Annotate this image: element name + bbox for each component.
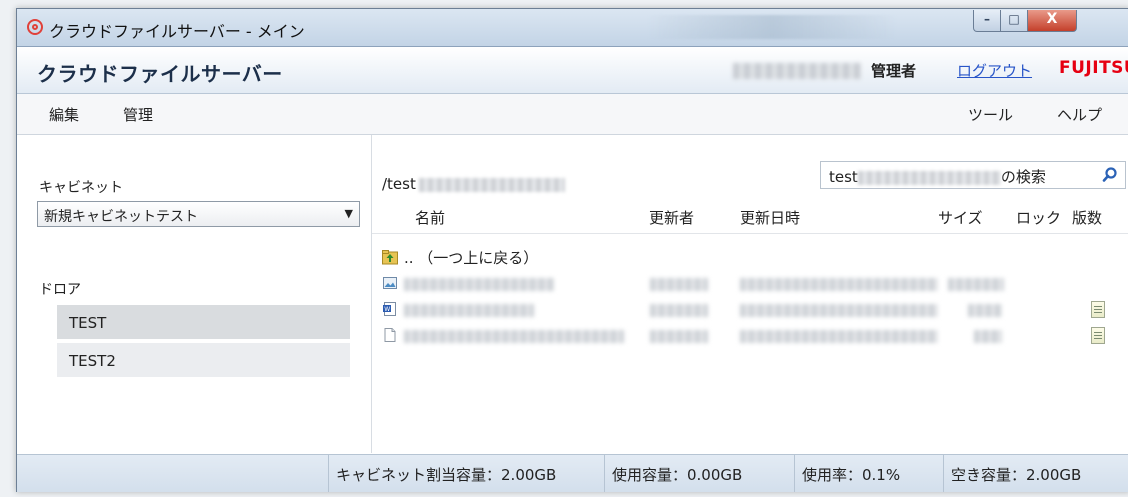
status-usage-text: 使用率：0.1%: [802, 466, 901, 484]
minimize-button[interactable]: –: [973, 10, 1001, 32]
fujitsu-logo: FUJITSU: [1059, 58, 1128, 78]
logout-link[interactable]: ログアウト: [957, 60, 1032, 81]
menu-help[interactable]: ヘルプ: [1057, 104, 1102, 125]
path-redacted: [418, 177, 565, 192]
search-prefix: test: [829, 168, 858, 186]
menu-manage[interactable]: 管理: [123, 104, 153, 125]
file-name-redacted: [404, 278, 554, 291]
search-icon[interactable]: [1099, 164, 1121, 186]
search-value: test の検索: [829, 166, 1046, 187]
search-box[interactable]: test の検索: [820, 161, 1126, 189]
menu-tools[interactable]: ツール: [968, 104, 1013, 125]
drawer-list: TEST TEST2: [57, 305, 350, 381]
col-name[interactable]: 名前: [415, 207, 445, 228]
table-row[interactable]: [372, 271, 1128, 297]
table-row[interactable]: W: [372, 297, 1128, 323]
image-file-icon: [383, 277, 397, 289]
menu-edit[interactable]: 編集: [49, 104, 79, 125]
column-headers: 名前 更新者 更新日時 サイズ ロック 版数: [372, 199, 1128, 234]
close-button[interactable]: X: [1027, 10, 1077, 32]
word-file-icon: W: [383, 302, 396, 316]
table-row[interactable]: [372, 323, 1128, 349]
current-path: /test: [382, 175, 565, 193]
app-name: クラウドファイルサーバー: [37, 62, 283, 86]
updater-redacted: [650, 278, 708, 291]
user-name-redacted: [733, 63, 861, 79]
cabinet-label: キャビネット: [39, 180, 123, 196]
status-bar: キャビネット割当容量：2.00GB 使用容量：0.00GB 使用率：0.1% 空…: [17, 454, 1128, 492]
col-version[interactable]: 版数: [1072, 207, 1102, 228]
title-bar: クラウドファイルサーバー - メイン – □ X: [17, 9, 1128, 47]
status-free-text: 空き容量：2.00GB: [951, 466, 1082, 484]
search-suffix: の検索: [1000, 168, 1046, 186]
cabinet-select[interactable]: 新規キャビネットテスト ▼: [37, 201, 360, 227]
updater-redacted: [650, 330, 708, 343]
file-list-panel: /test test の検索 名前 更新者 更新日時 サイズ ロック 版数 .. …: [372, 135, 1128, 453]
ghost-title-reflection: [647, 15, 897, 39]
menu-bar: 編集 管理 ツール ヘルプ: [17, 94, 1128, 135]
window-title: クラウドファイルサーバー - メイン: [49, 22, 305, 41]
user-role: 管理者: [871, 62, 917, 80]
file-name-redacted: [404, 304, 534, 317]
drawer-item-label: TEST2: [69, 352, 116, 370]
cabinet-select-value: 新規キャビネットテスト: [44, 209, 198, 225]
app-window: クラウドファイルサーバー - メイン – □ X クラウドファイルサーバー 管理…: [16, 8, 1128, 492]
drawer-item-label: TEST: [69, 314, 107, 332]
folder-up-icon: [382, 250, 398, 265]
drawer-label: ドロア: [39, 282, 81, 298]
drawer-item-test2[interactable]: TEST2: [57, 343, 350, 377]
minimize-icon: –: [984, 12, 990, 26]
version-history-icon[interactable]: [1091, 301, 1105, 318]
status-used: 使用容量：0.00GB: [604, 455, 794, 492]
maximize-button[interactable]: □: [1000, 10, 1028, 32]
status-quota: キャビネット割当容量：2.00GB: [328, 455, 604, 492]
drawer-item-test[interactable]: TEST: [57, 305, 350, 339]
col-size[interactable]: サイズ: [938, 207, 983, 228]
size-redacted: [948, 278, 1004, 291]
size-redacted: [974, 330, 1002, 343]
text-file-icon: [384, 328, 396, 342]
sidebar: キャビネット 新規キャビネットテスト ▼ ドロア TEST TEST2: [17, 135, 372, 453]
updater-redacted: [650, 304, 708, 317]
app-icon: [27, 19, 43, 35]
status-quota-text: キャビネット割当容量：2.00GB: [336, 466, 557, 484]
col-updated[interactable]: 更新日時: [740, 207, 800, 228]
file-name-redacted: [404, 330, 624, 343]
close-icon: X: [1046, 11, 1058, 27]
status-usage: 使用率：0.1%: [794, 455, 943, 492]
parent-row-label: .. （一つ上に戻る）: [404, 249, 539, 267]
col-lock[interactable]: ロック: [1016, 207, 1061, 228]
status-free: 空き容量：2.00GB: [943, 455, 1128, 492]
version-history-icon[interactable]: [1091, 327, 1105, 344]
updated-redacted: [740, 330, 938, 343]
svg-text:W: W: [384, 306, 390, 313]
size-redacted: [968, 304, 1002, 317]
updated-redacted: [740, 278, 938, 291]
status-used-text: 使用容量：0.00GB: [612, 466, 743, 484]
search-redacted: [857, 170, 1001, 185]
dropdown-arrow-icon: ▼: [344, 207, 353, 220]
path-text: /test: [382, 175, 416, 193]
app-header: クラウドファイルサーバー 管理者 ログアウト FUJITSU: [17, 47, 1128, 94]
col-updater[interactable]: 更新者: [649, 207, 694, 228]
maximize-icon: □: [1008, 12, 1020, 26]
updated-redacted: [740, 304, 938, 317]
parent-folder-row[interactable]: .. （一つ上に戻る）: [372, 245, 1128, 271]
